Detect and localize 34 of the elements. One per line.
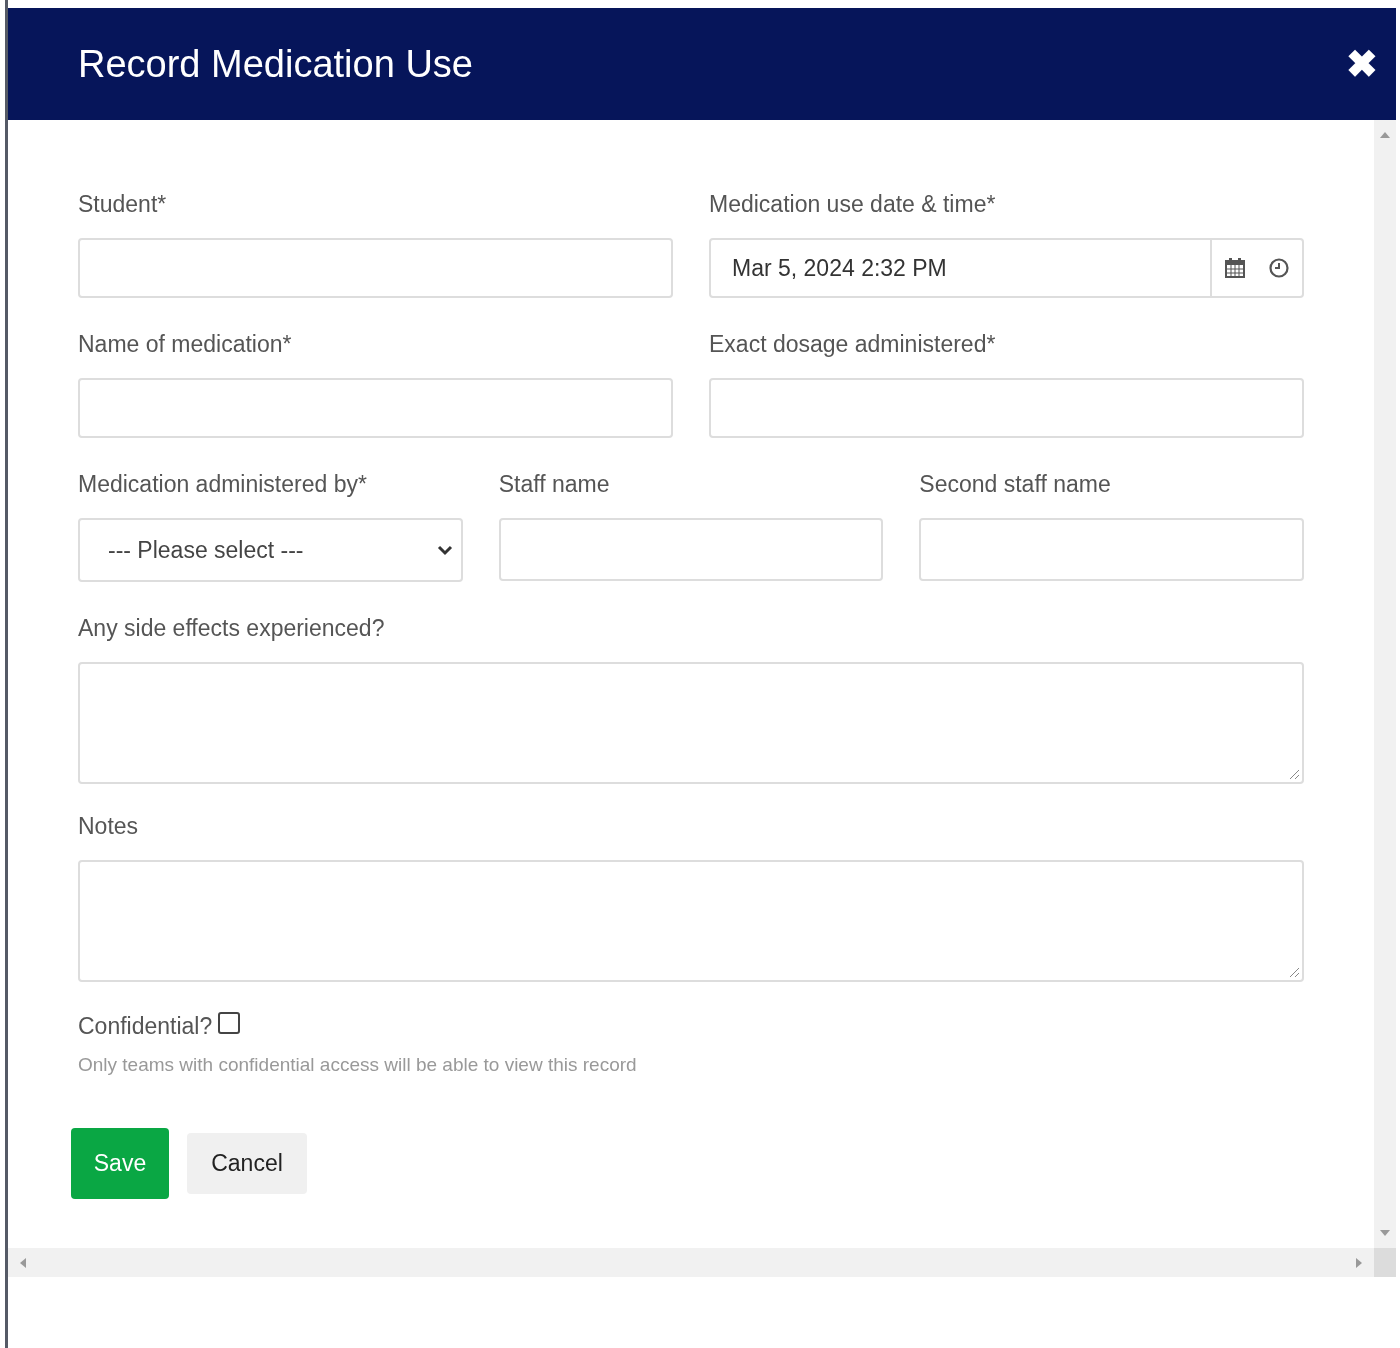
dialog-title: Record Medication Use: [78, 42, 473, 86]
horizontal-scrollbar[interactable]: [8, 1248, 1374, 1277]
scroll-right-icon[interactable]: [1356, 1257, 1362, 1268]
input-field[interactable]: [78, 378, 673, 438]
clock-icon[interactable]: [1268, 257, 1290, 279]
checkbox[interactable]: [218, 1012, 241, 1034]
field-label: Notes: [78, 812, 140, 840]
scroll-down-icon[interactable]: [1380, 1230, 1390, 1236]
select-dropdown[interactable]: --- Please select ---: [78, 518, 463, 582]
field-label: Medication use date & time*: [709, 190, 997, 218]
field-label: Medication administered by*: [78, 470, 368, 498]
scrollbar-corner: [1374, 1248, 1396, 1277]
scroll-up-icon[interactable]: [1380, 132, 1390, 138]
field-label: Exact dosage administered*: [709, 330, 997, 358]
field-label: Student*: [78, 190, 168, 218]
field-label: Second staff name: [919, 470, 1112, 498]
vertical-scrollbar[interactable]: [1374, 120, 1396, 1248]
field-label: Confidential?: [78, 1012, 213, 1040]
input-field[interactable]: [78, 238, 673, 298]
field-label: Staff name: [498, 470, 611, 498]
field-label: Name of medication*: [78, 330, 293, 358]
close-button[interactable]: ✖: [1338, 42, 1386, 86]
input-field[interactable]: [498, 518, 884, 581]
input-field[interactable]: [919, 518, 1304, 581]
chevron-down-icon: [436, 544, 453, 556]
resize-handle-icon[interactable]: [1288, 966, 1300, 978]
calendar-icon[interactable]: [1224, 257, 1246, 279]
field-label: Any side effects experienced?: [78, 614, 386, 642]
scroll-left-icon[interactable]: [20, 1257, 26, 1268]
help-text: Only teams with confidential access will be able to view this record: [78, 1054, 638, 1076]
date-time-field[interactable]: Mar 5, 2024 2:32 PM: [709, 238, 1304, 298]
resize-handle-icon[interactable]: [1288, 768, 1300, 780]
input-field[interactable]: [709, 378, 1304, 438]
cancel-button[interactable]: Cancel: [187, 1133, 307, 1194]
